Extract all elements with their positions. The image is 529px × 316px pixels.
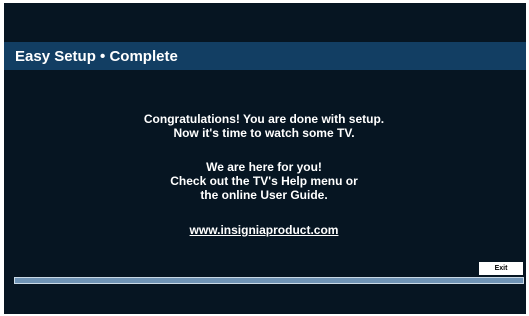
help-message: We are here for you! Check out the TV's … xyxy=(64,160,464,202)
message-line: Check out the TV's Help menu or xyxy=(170,174,358,188)
congratulations-message: Congratulations! You are done with setup… xyxy=(64,112,464,140)
tv-setup-screen: Easy Setup • Complete Congratulations! Y… xyxy=(4,3,526,314)
page-title: Easy Setup • Complete xyxy=(15,48,178,65)
message-line: Congratulations! You are done with setup… xyxy=(143,112,385,126)
message-line: Now it's time to watch some TV. xyxy=(173,126,355,140)
website-link[interactable]: www.insigniaproduct.com xyxy=(64,223,464,237)
message-line: We are here for you! xyxy=(206,160,322,174)
message-line: the online User Guide. xyxy=(200,188,328,202)
setup-progress-bar xyxy=(14,277,524,284)
title-bar: Easy Setup • Complete xyxy=(4,42,526,70)
exit-button[interactable]: Exit xyxy=(479,262,523,275)
progress-bar-fill xyxy=(15,278,523,283)
